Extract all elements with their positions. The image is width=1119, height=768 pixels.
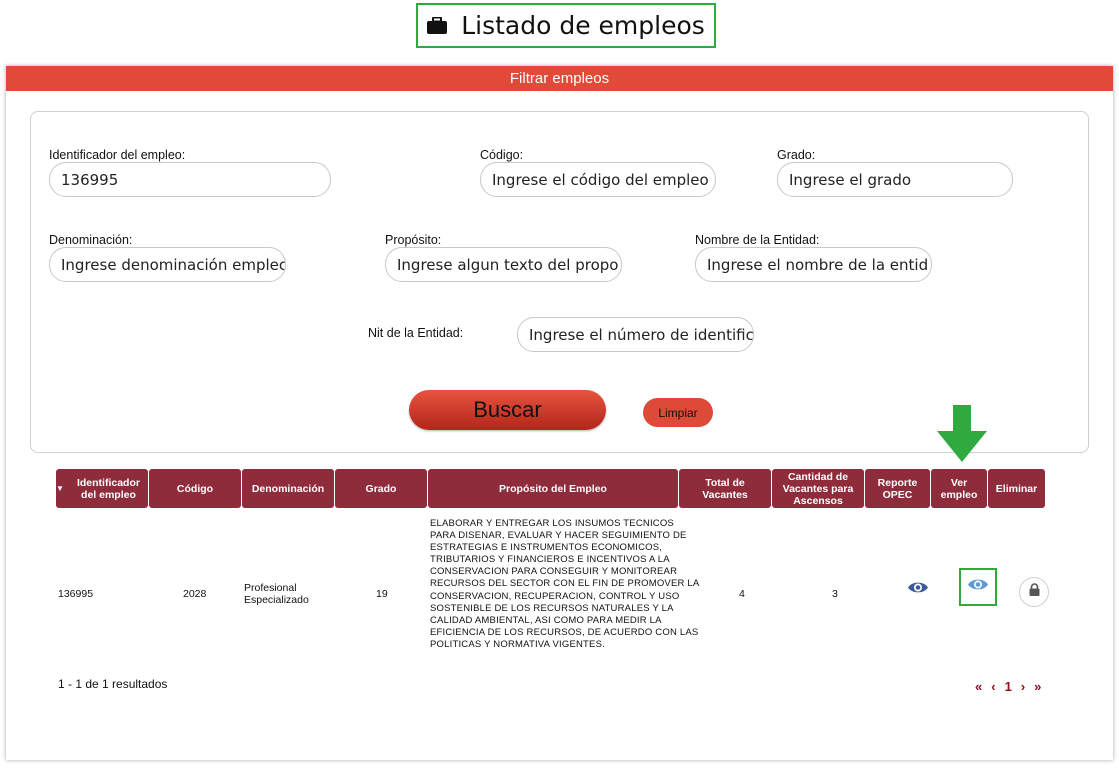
proposito-input[interactable]: Ingrese algun texto del propo bbox=[385, 247, 622, 282]
page-title: Listado de empleos bbox=[461, 11, 705, 40]
main-panel: Filtrar empleos Identificador del empleo… bbox=[6, 66, 1113, 760]
pagination: « ‹ 1 › » bbox=[975, 677, 1041, 695]
col-proposito[interactable]: Propósito del Empleo bbox=[428, 469, 678, 508]
col-identificador-label: Identificador del empleo bbox=[76, 476, 140, 501]
col-total-vacantes[interactable]: Total de Vacantes bbox=[679, 469, 771, 508]
nit-input[interactable]: Ingrese el número de identific bbox=[517, 317, 754, 352]
col-total-vacantes-label: Total de Vacantes bbox=[702, 476, 748, 501]
cell-codigo: 2028 bbox=[183, 588, 207, 600]
col-vacantes-ascensos[interactable]: Cantidad de Vacantes para Ascensos bbox=[772, 469, 864, 508]
col-reporte-opec-label: Reporte OPEC bbox=[877, 476, 918, 501]
grado-input[interactable]: Ingrese el grado bbox=[777, 162, 1013, 197]
cell-identificador: 136995 bbox=[58, 588, 94, 600]
col-proposito-label: Propósito del Empleo bbox=[499, 482, 607, 495]
current-page[interactable]: 1 bbox=[1005, 679, 1012, 694]
identificador-input[interactable]: 136995 bbox=[49, 162, 331, 197]
entidad-label: Nombre de la Entidad: bbox=[695, 233, 820, 247]
col-identificador[interactable]: ▼ Identificador del empleo bbox=[56, 469, 148, 508]
cell-total-vacantes: 4 bbox=[739, 588, 745, 600]
col-ver-empleo-label: Ver empleo bbox=[940, 476, 978, 501]
cell-vacantes-ascensos: 3 bbox=[832, 588, 838, 600]
proposito-label: Propósito: bbox=[385, 233, 442, 247]
denominacion-label: Denominación: bbox=[49, 233, 133, 247]
cell-grado: 19 bbox=[376, 588, 388, 600]
codigo-label: Código: bbox=[480, 148, 524, 162]
next-page-button[interactable]: › bbox=[1021, 679, 1025, 694]
filter-header: Filtrar empleos bbox=[6, 66, 1113, 91]
reporte-opec-eye-icon[interactable] bbox=[907, 580, 929, 600]
identificador-label: Identificador del empleo: bbox=[49, 148, 186, 162]
grado-label: Grado: bbox=[777, 148, 816, 162]
annotation-arrow-icon bbox=[937, 405, 987, 468]
nit-label: Nit de la Entidad: bbox=[368, 326, 464, 340]
col-eliminar-label: Eliminar bbox=[995, 482, 1038, 495]
col-grado-label: Grado bbox=[365, 482, 397, 495]
buscar-button[interactable]: Buscar bbox=[409, 390, 606, 430]
prev-page-button[interactable]: ‹ bbox=[991, 679, 995, 694]
cell-denominacion: Profesional Especializado bbox=[244, 582, 309, 606]
first-page-button[interactable]: « bbox=[975, 679, 982, 694]
filter-header-label: Filtrar empleos bbox=[509, 70, 610, 87]
col-reporte-opec[interactable]: Reporte OPEC bbox=[865, 469, 930, 508]
col-denominacion-label: Denominación bbox=[251, 482, 325, 495]
col-denominacion[interactable]: Denominación bbox=[242, 469, 334, 508]
col-grado[interactable]: Grado bbox=[335, 469, 427, 508]
col-codigo-label: Código bbox=[176, 482, 214, 495]
ver-empleo-button[interactable] bbox=[959, 568, 997, 606]
col-vacantes-ascensos-label: Cantidad de Vacantes para Ascensos bbox=[782, 470, 854, 507]
eliminar-button[interactable] bbox=[1019, 577, 1049, 607]
ver-empleo-eye-icon bbox=[967, 577, 989, 597]
col-codigo[interactable]: Código bbox=[149, 469, 241, 508]
last-page-button[interactable]: » bbox=[1034, 679, 1041, 694]
denominacion-input[interactable]: Ingrese denominación emplec bbox=[49, 247, 286, 282]
page-title-box: Listado de empleos bbox=[416, 3, 716, 48]
sort-down-icon: ▼ bbox=[56, 483, 64, 493]
cell-proposito: ELABORAR Y ENTREGAR LOS INSUMOS TECNICOS… bbox=[430, 518, 699, 650]
lock-icon bbox=[1029, 583, 1040, 601]
codigo-input[interactable]: Ingrese el código del empleo bbox=[480, 162, 716, 197]
filter-form: Identificador del empleo: 136995 Código:… bbox=[30, 111, 1089, 453]
entidad-input[interactable]: Ingrese el nombre de la entid bbox=[695, 247, 932, 282]
briefcase-icon bbox=[427, 17, 448, 34]
col-ver-empleo[interactable]: Ver empleo bbox=[931, 469, 987, 508]
col-eliminar[interactable]: Eliminar bbox=[988, 469, 1045, 508]
results-count: 1 - 1 de 1 resultados bbox=[58, 677, 168, 691]
limpiar-button[interactable]: Limpiar bbox=[643, 398, 713, 427]
